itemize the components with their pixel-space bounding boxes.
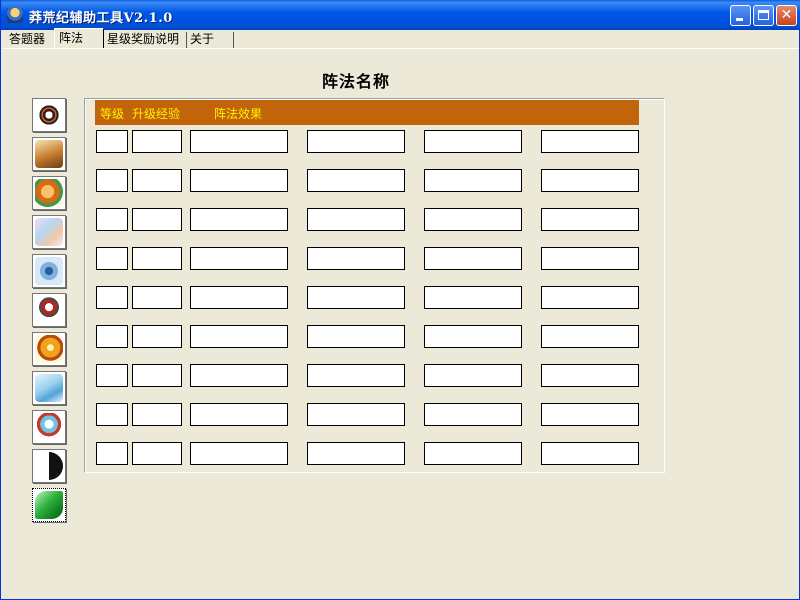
level-cell[interactable] — [96, 247, 128, 270]
effect-cell[interactable] — [541, 208, 639, 231]
formation-icon-11[interactable] — [32, 488, 66, 522]
formation-icon-9[interactable] — [32, 410, 66, 444]
level-cell[interactable] — [96, 286, 128, 309]
formation-icon-3[interactable] — [32, 176, 66, 210]
effect-cell[interactable] — [307, 208, 405, 231]
formation-icon-5[interactable] — [32, 254, 66, 288]
tab-star-rewards[interactable]: 星级奖励说明 — [107, 30, 179, 48]
tab-divider-line — [3, 48, 799, 49]
level-cell[interactable] — [96, 169, 128, 192]
effect-cell[interactable] — [424, 442, 522, 465]
level-cell[interactable] — [96, 130, 128, 153]
effect-cell[interactable] — [190, 403, 288, 426]
effect-cell[interactable] — [307, 286, 405, 309]
formation-icon-4[interactable] — [32, 215, 66, 249]
level-cell[interactable] — [96, 325, 128, 348]
tab-answer-helper[interactable]: 答题器 — [9, 30, 45, 48]
minimize-icon — [736, 18, 743, 21]
tab-about[interactable]: 关于 — [190, 30, 214, 48]
exp-cell[interactable] — [132, 325, 182, 348]
level-cell[interactable] — [96, 364, 128, 387]
table-header: 等级 升级经验 阵法效果 — [95, 100, 639, 125]
effect-cell[interactable] — [424, 286, 522, 309]
exp-cell[interactable] — [132, 364, 182, 387]
effect-cell[interactable] — [424, 364, 522, 387]
tab-divider — [186, 32, 187, 48]
formation-icon-1[interactable] — [32, 98, 66, 132]
effect-cell[interactable] — [541, 442, 639, 465]
formation-icon-6[interactable] — [32, 293, 66, 327]
level-cell[interactable] — [96, 442, 128, 465]
effect-cell[interactable] — [424, 325, 522, 348]
effect-cell[interactable] — [190, 208, 288, 231]
effect-cell[interactable] — [190, 286, 288, 309]
tab-divider — [233, 32, 234, 48]
effect-cell[interactable] — [307, 247, 405, 270]
exp-cell[interactable] — [132, 403, 182, 426]
effect-cell[interactable] — [424, 130, 522, 153]
effect-cell[interactable] — [424, 403, 522, 426]
formation-icon-8[interactable] — [32, 371, 66, 405]
exp-cell[interactable] — [132, 169, 182, 192]
effect-cell[interactable] — [307, 442, 405, 465]
effect-cell[interactable] — [541, 403, 639, 426]
window-title: 莽荒纪辅助工具V2.1.0 — [29, 11, 173, 26]
effect-cell[interactable] — [541, 169, 639, 192]
exp-cell[interactable] — [132, 130, 182, 153]
effect-cell[interactable] — [190, 325, 288, 348]
minimize-button[interactable] — [730, 5, 751, 26]
formation-icon-7[interactable] — [32, 332, 66, 366]
header-effect: 阵法效果 — [214, 107, 263, 121]
effect-cell[interactable] — [190, 364, 288, 387]
level-cell[interactable] — [96, 208, 128, 231]
maximize-icon — [758, 10, 769, 20]
app-window: 莽荒纪辅助工具V2.1.0 ✕ 答题器 阵法 星级奖励说明 关于 阵法名称 等级… — [0, 0, 800, 600]
effect-cell[interactable] — [307, 364, 405, 387]
app-icon[interactable] — [7, 7, 23, 23]
effect-cell[interactable] — [541, 247, 639, 270]
formation-name-heading: 阵法名称 — [321, 72, 390, 91]
effect-cell[interactable] — [307, 325, 405, 348]
level-cell[interactable] — [96, 403, 128, 426]
exp-cell[interactable] — [132, 208, 182, 231]
effect-cell[interactable] — [541, 364, 639, 387]
header-upgrade-exp: 升级经验 — [132, 107, 181, 121]
exp-cell[interactable] — [132, 442, 182, 465]
effect-cell[interactable] — [424, 208, 522, 231]
effect-cell[interactable] — [307, 169, 405, 192]
formation-icon-2[interactable] — [32, 137, 66, 171]
effect-cell[interactable] — [190, 247, 288, 270]
effect-cell[interactable] — [190, 169, 288, 192]
header-level: 等级 — [100, 107, 125, 121]
effect-cell[interactable] — [190, 130, 288, 153]
effect-cell[interactable] — [424, 247, 522, 270]
effect-cell[interactable] — [541, 325, 639, 348]
effect-cell[interactable] — [307, 403, 405, 426]
exp-cell[interactable] — [132, 286, 182, 309]
tab-formation[interactable]: 阵法 — [54, 28, 104, 48]
exp-cell[interactable] — [132, 247, 182, 270]
effect-cell[interactable] — [424, 169, 522, 192]
formation-icon-10[interactable] — [32, 449, 66, 483]
effect-cell[interactable] — [541, 130, 639, 153]
effect-cell[interactable] — [541, 286, 639, 309]
close-button[interactable]: ✕ — [776, 5, 797, 26]
title-bar[interactable]: 莽荒纪辅助工具V2.1.0 ✕ — [1, 0, 800, 30]
close-icon: ✕ — [780, 7, 793, 23]
effect-cell[interactable] — [307, 130, 405, 153]
effect-cell[interactable] — [190, 442, 288, 465]
maximize-button[interactable] — [753, 5, 774, 26]
